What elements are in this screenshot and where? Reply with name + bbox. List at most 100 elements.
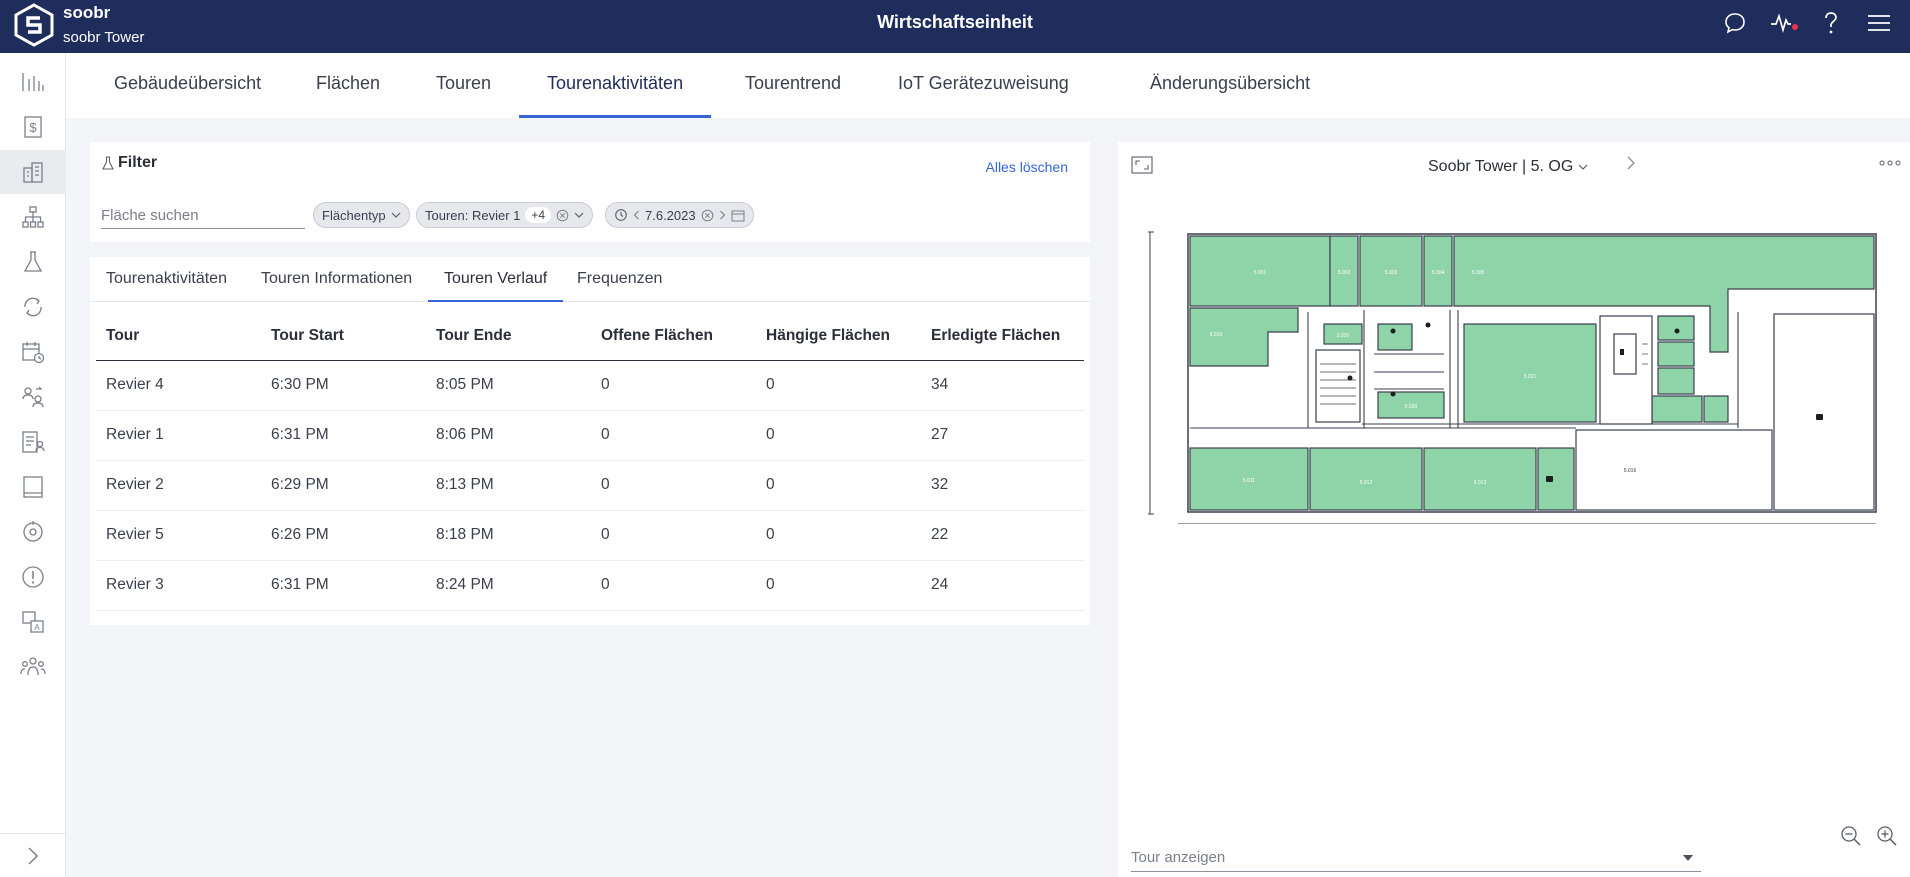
room-5026[interactable] bbox=[1657, 367, 1695, 395]
calendar-icon[interactable] bbox=[731, 209, 745, 222]
room-5024[interactable] bbox=[1657, 315, 1695, 341]
cell-done-areas: 34 bbox=[921, 360, 1084, 411]
clear-circle-icon[interactable] bbox=[556, 209, 569, 222]
zoom-in-icon bbox=[1877, 826, 1897, 846]
room-5027[interactable] bbox=[1651, 395, 1703, 423]
cell-done-areas: 32 bbox=[921, 460, 1084, 511]
more-options-icon[interactable] bbox=[1878, 154, 1902, 172]
column-header-tour-start[interactable]: Tour Start bbox=[261, 312, 426, 361]
area-type-chip-label: Flächentyp bbox=[322, 207, 386, 223]
sidebar-item-statistics[interactable] bbox=[0, 60, 66, 104]
subtab-tour-information[interactable]: Touren Informationen bbox=[245, 257, 428, 302]
expand-icon bbox=[1131, 156, 1153, 174]
area-search-input[interactable] bbox=[101, 203, 305, 229]
table-row[interactable]: Revier 2 6:29 PM 8:13 PM 0 0 32 bbox=[96, 460, 1084, 511]
floor-plan[interactable]: 5.001 5.002 5.003 5.004 5.005 5.010 5.01… bbox=[1148, 224, 1888, 524]
alert-icon bbox=[22, 566, 44, 588]
expand-map-button[interactable] bbox=[1131, 156, 1153, 179]
cell-done-areas: 24 bbox=[921, 560, 1084, 611]
sidebar-item-devices[interactable] bbox=[0, 465, 66, 509]
tab-building-overview[interactable]: Gebäudeübersicht bbox=[86, 53, 289, 118]
bar-chart-icon bbox=[22, 73, 44, 91]
sidebar-expand-button[interactable] bbox=[0, 833, 66, 877]
floor-map-panel: Soobr Tower | 5. OG 5.001 5.002 5.003 5.… bbox=[1118, 142, 1910, 877]
tab-tour-activities[interactable]: Tourenaktivitäten bbox=[519, 53, 712, 118]
cell-tour-end: 8:24 PM bbox=[426, 560, 591, 611]
sidebar-item-alerts[interactable] bbox=[0, 555, 66, 599]
sidebar-item-translation[interactable]: A bbox=[0, 600, 66, 644]
column-header-open-areas[interactable]: Offene Flächen bbox=[591, 312, 756, 361]
sidebar-item-costs[interactable]: $ bbox=[0, 105, 66, 149]
sidebar-item-staff[interactable] bbox=[0, 375, 66, 419]
tab-change-overview[interactable]: Änderungsübersicht bbox=[1122, 53, 1338, 118]
next-floor-button[interactable] bbox=[1626, 155, 1636, 176]
menu-icon[interactable] bbox=[1866, 10, 1892, 36]
subtab-tour-history[interactable]: Touren Verlauf bbox=[428, 257, 564, 302]
room-label: 5.004 bbox=[1432, 270, 1445, 276]
room-label: 5.005 bbox=[1472, 270, 1485, 276]
cell-pending-areas: 0 bbox=[756, 360, 921, 411]
column-header-done-areas[interactable]: Erledigte Flächen bbox=[921, 312, 1084, 361]
clear-all-filters-link[interactable]: Alles löschen bbox=[986, 159, 1069, 175]
subtab-tour-activities[interactable]: Tourenaktivitäten bbox=[90, 257, 243, 302]
coffee-icon bbox=[1816, 414, 1823, 420]
column-header-tour[interactable]: Tour bbox=[96, 312, 261, 361]
room-5013[interactable] bbox=[1423, 447, 1537, 511]
table-row[interactable]: Revier 3 6:31 PM 8:24 PM 0 0 24 bbox=[96, 560, 1084, 611]
zoom-in-button[interactable] bbox=[1876, 825, 1898, 852]
building-name[interactable]: soobr Tower bbox=[63, 29, 144, 46]
sidebar-item-schedule[interactable] bbox=[0, 330, 66, 374]
room-5017[interactable] bbox=[1773, 313, 1875, 511]
cell-tour-start: 6:31 PM bbox=[261, 410, 426, 461]
cell-tour-end: 8:18 PM bbox=[426, 510, 591, 561]
chat-icon[interactable] bbox=[1722, 10, 1748, 36]
cell-tour-end: 8:06 PM bbox=[426, 410, 591, 461]
tab-tour-trend[interactable]: Tourentrend bbox=[717, 53, 869, 118]
cell-tour-start: 6:29 PM bbox=[261, 460, 426, 511]
activity-icon[interactable] bbox=[1770, 10, 1798, 36]
room-5012[interactable] bbox=[1309, 447, 1423, 511]
table-row[interactable]: Revier 5 6:26 PM 8:18 PM 0 0 22 bbox=[96, 510, 1084, 561]
room-5010[interactable] bbox=[1189, 307, 1299, 367]
room-5016[interactable] bbox=[1575, 429, 1773, 511]
brand-name: soobr bbox=[63, 3, 111, 22]
tours-filter-chip[interactable]: Touren: Revier 1 +4 bbox=[416, 202, 594, 228]
sidebar-item-team[interactable] bbox=[0, 645, 66, 689]
room-label: 5.001 bbox=[1254, 270, 1267, 276]
tab-tours[interactable]: Touren bbox=[408, 53, 519, 118]
person-swap-icon bbox=[22, 386, 44, 408]
room-5014[interactable] bbox=[1537, 447, 1575, 511]
room-5028[interactable] bbox=[1703, 395, 1729, 423]
help-icon[interactable] bbox=[1818, 10, 1844, 36]
area-type-chip[interactable]: Flächentyp bbox=[313, 202, 410, 228]
tab-iot-device-assignment[interactable]: IoT Gerätezuweisung bbox=[870, 53, 1097, 118]
chevron-right-icon bbox=[28, 846, 39, 865]
tab-areas[interactable]: Flächen bbox=[288, 53, 408, 118]
show-tour-select[interactable]: Tour anzeigen bbox=[1131, 842, 1701, 872]
floor-selector[interactable]: Soobr Tower | 5. OG bbox=[1428, 158, 1588, 176]
coffee-icon bbox=[1546, 476, 1553, 482]
room-5022[interactable] bbox=[1377, 323, 1413, 351]
table-row[interactable]: Revier 1 6:31 PM 8:06 PM 0 0 27 bbox=[96, 410, 1084, 461]
date-filter-chip[interactable]: 7.6.2023 bbox=[605, 202, 754, 228]
sidebar-item-lab[interactable] bbox=[0, 240, 66, 284]
sidebar-item-reports[interactable] bbox=[0, 420, 66, 464]
room-5025[interactable] bbox=[1657, 341, 1695, 367]
restroom-icon bbox=[1390, 328, 1396, 334]
filter-title: Filter bbox=[102, 154, 157, 172]
zoom-out-button[interactable] bbox=[1840, 825, 1862, 852]
sidebar-item-building[interactable] bbox=[0, 150, 66, 194]
sidebar-item-cycle[interactable] bbox=[0, 285, 66, 329]
subtab-frequencies[interactable]: Frequenzen bbox=[561, 257, 678, 302]
column-header-pending-areas[interactable]: Hängige Flächen bbox=[756, 312, 921, 361]
svg-text:A: A bbox=[34, 623, 40, 632]
column-header-tour-end[interactable]: Tour Ende bbox=[426, 312, 591, 361]
room-5021[interactable] bbox=[1463, 323, 1597, 423]
sidebar-item-hierarchy[interactable] bbox=[0, 195, 66, 239]
soobr-logo[interactable] bbox=[12, 3, 56, 47]
chevron-left-icon[interactable] bbox=[633, 210, 640, 220]
sidebar-item-target[interactable] bbox=[0, 510, 66, 554]
chevron-right-icon[interactable] bbox=[719, 210, 726, 220]
table-row[interactable]: Revier 4 6:30 PM 8:05 PM 0 0 34 bbox=[96, 360, 1084, 411]
clear-circle-icon[interactable] bbox=[701, 209, 714, 222]
